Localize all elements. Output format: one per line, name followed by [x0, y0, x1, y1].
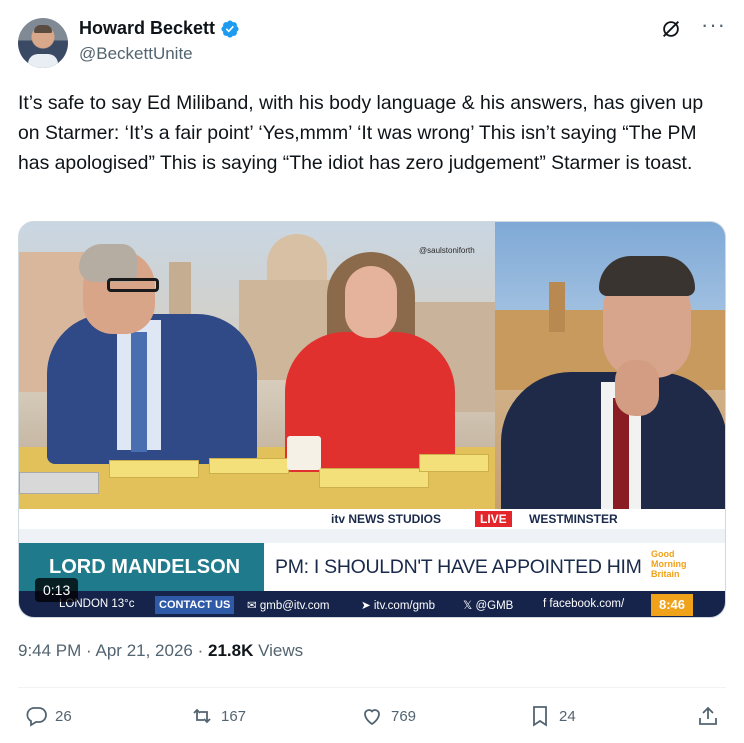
cursor-icon: ➤	[361, 600, 374, 612]
ticker-x: 𝕏 @GMB	[463, 600, 514, 612]
repost-button[interactable]: 167	[190, 704, 246, 728]
video-player[interactable]: @saulstoniforth itv NEWS STUDIOS LIVE WE…	[18, 221, 726, 618]
location-label: WESTMINSTER	[529, 512, 618, 526]
like-count: 769	[391, 707, 417, 725]
tweet-time[interactable]: 9:44 PM	[18, 641, 81, 660]
bookmark-icon	[533, 706, 547, 727]
ticker-clock: 8:46	[651, 594, 693, 616]
views-label: Views	[258, 641, 304, 660]
verified-badge-icon	[221, 19, 239, 38]
ticker-web: ➤ itv.com/gmb	[361, 600, 435, 612]
author-name[interactable]: Howard Beckett	[79, 18, 215, 39]
ticker-facebook: f facebook.com/	[543, 598, 625, 610]
meta-separator: ·	[86, 641, 92, 660]
meta-separator: ·	[197, 641, 204, 660]
x-logo-icon: 𝕏	[463, 600, 476, 612]
tweet-text: It’s safe to say Ed Miliband, with his b…	[18, 92, 704, 174]
watermark: @saulstoniforth	[419, 246, 475, 255]
gmb-logo: Good Morning Britain	[651, 549, 687, 579]
broadcast-top-bar: itv NEWS STUDIOS LIVE WESTMINSTER	[19, 509, 725, 529]
lower-third-headline: PM: I SHOULDN'T HAVE APPOINTED HIM	[275, 556, 642, 578]
divider	[18, 687, 726, 688]
action-bar: 26 167 769 24	[0, 698, 744, 738]
avatar[interactable]	[18, 18, 68, 68]
mail-icon: ✉	[247, 600, 260, 612]
reply-button[interactable]: 26	[24, 704, 72, 728]
more-icon[interactable]: ···	[701, 14, 726, 36]
video-time: 0:13	[35, 578, 79, 602]
reply-count: 26	[55, 707, 72, 725]
author-name-row[interactable]: Howard Beckett	[79, 18, 240, 39]
reply-icon	[26, 707, 47, 727]
share-icon	[699, 706, 717, 725]
ticker-contact: CONTACT US	[155, 596, 235, 614]
broadcast-ticker: LONDON 13°c CONTACT US ✉ gmb@itv.com ➤ i…	[19, 591, 725, 617]
live-badge: LIVE	[475, 511, 512, 527]
tweet-date[interactable]: Apr 21, 2026	[96, 641, 193, 660]
bookmark-count: 24	[559, 707, 576, 725]
lower-third: LORD MANDELSON PM: I SHOULDN'T HAVE APPO…	[19, 543, 725, 591]
lower-band	[19, 529, 725, 543]
tweet-header: Howard Beckett @BeckettUnite ···	[18, 14, 726, 70]
views-count: 21.8K	[208, 641, 254, 660]
ticker-email: ✉ gmb@itv.com	[247, 600, 330, 612]
tweet-meta: 9:44 PM · Apr 21, 2026 · 21.8K Views	[18, 641, 303, 661]
heart-icon	[364, 709, 380, 726]
repost-count: 167	[221, 707, 247, 725]
remote-guest-scene	[495, 222, 725, 509]
bookmark-button[interactable]: 24	[528, 704, 576, 728]
grok-icon[interactable]	[660, 18, 682, 40]
like-button[interactable]: 769	[360, 704, 416, 728]
share-button[interactable]	[696, 704, 727, 728]
author-handle[interactable]: @BeckettUnite	[79, 44, 193, 64]
studio-scene: @saulstoniforth	[19, 222, 495, 509]
repost-icon	[193, 708, 211, 724]
studio-label: itv NEWS STUDIOS	[331, 512, 442, 526]
